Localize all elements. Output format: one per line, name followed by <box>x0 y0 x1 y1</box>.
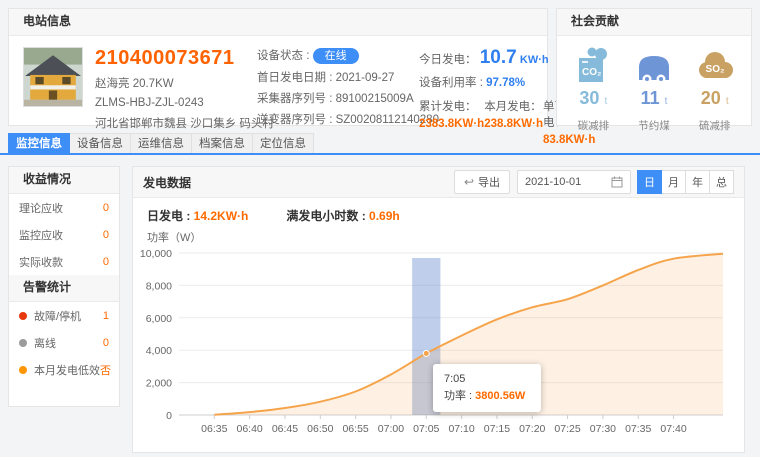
tooltip-time: 7:05 <box>444 371 530 388</box>
svg-text:8,000: 8,000 <box>146 280 172 292</box>
calendar-icon[interactable] <box>611 176 623 188</box>
daily-generation-stat: 日发电 : 14.2KW·h <box>147 207 248 224</box>
fault-dot-icon <box>19 312 27 320</box>
power-chart[interactable]: 0 2,000 4,000 6,000 8,000 10,000 06:35 06:40 06:… <box>133 239 746 454</box>
station-photo <box>23 47 83 107</box>
svg-text:CO₂: CO₂ <box>582 67 601 78</box>
range-year-button[interactable]: 年 <box>685 170 710 194</box>
export-arrow-icon: ↩ <box>464 176 474 188</box>
generation-data-panel: 发电数据 ↩ 导出 2021-10-01 日 月 <box>132 166 745 453</box>
svg-text:4,000: 4,000 <box>146 345 172 357</box>
svg-text:07:40: 07:40 <box>660 423 686 435</box>
svg-text:07:25: 07:25 <box>554 423 580 435</box>
generation-chart-svg[interactable]: 0 2,000 4,000 6,000 8,000 10,000 06:35 06:40 06:… <box>133 239 746 454</box>
sidebar-panel: 收益情况 理论应收 0 监控应收 0 实际收款 0 告警统计 故障/停机 1 离… <box>8 166 120 407</box>
svg-text:07:15: 07:15 <box>484 423 510 435</box>
tab-location-info[interactable]: 定位信息 <box>253 133 314 155</box>
svg-text:07:20: 07:20 <box>519 423 545 435</box>
alarm-section-title: 告警统计 <box>9 275 119 302</box>
low-efficiency-dot-icon <box>19 366 27 374</box>
station-address: 河北省邯郸市魏县 沙口集乡 码头村 <box>95 115 245 131</box>
svg-text:07:35: 07:35 <box>625 423 651 435</box>
station-code: ZLMS-HBJ-ZJL-0243 <box>95 97 245 109</box>
month-generation: 本月发电： 238.8KW·h <box>484 98 543 146</box>
alarm-row-low-efficiency: 本月发电低效 否 <box>9 356 119 383</box>
coal-saving-item: 11 t 节约煤 <box>624 44 685 133</box>
alarm-row-fault: 故障/停机 1 <box>9 302 119 329</box>
income-section-title: 收益情况 <box>9 167 119 194</box>
range-total-button[interactable]: 总 <box>709 170 734 194</box>
device-status-row: 设备状态 : 在线 <box>257 47 407 64</box>
income-row-actual: 实际收款 0 <box>9 248 119 275</box>
station-id: 210400073671 <box>95 47 245 69</box>
coal-value: 11 t <box>641 88 668 112</box>
date-value: 2021-10-01 <box>525 176 581 188</box>
offline-dot-icon <box>19 339 27 347</box>
co2-reduction-item: CO₂ 30 t 碳减排 <box>563 44 624 133</box>
svg-text:10,000: 10,000 <box>140 248 172 260</box>
income-row-theoretical: 理论应收 0 <box>9 194 119 221</box>
svg-text:06:40: 06:40 <box>237 423 263 435</box>
so2-cloud-icon: SO₂ <box>693 44 737 86</box>
svg-text:07:10: 07:10 <box>448 423 474 435</box>
range-month-button[interactable]: 月 <box>661 170 686 194</box>
total-generation: 累计发电： 2383.8KW·h <box>419 98 484 146</box>
tab-monitor-info[interactable]: 监控信息 <box>8 133 70 155</box>
station-owner: 赵海亮 20.7KW <box>95 75 245 91</box>
date-picker[interactable]: 2021-10-01 <box>517 170 631 194</box>
svg-text:07:30: 07:30 <box>590 423 616 435</box>
tab-archive-info[interactable]: 档案信息 <box>192 133 253 155</box>
chart-tooltip: 7:05 功率 : 3800.56W <box>433 364 541 412</box>
tab-device-info[interactable]: 设备信息 <box>70 133 131 155</box>
dashboard: 电站信息 210400073671 赵海亮 20.7KW ZLMS-HBJ-ZJ… <box>0 0 760 457</box>
svg-text:06:50: 06:50 <box>307 423 333 435</box>
svg-text:SO₂: SO₂ <box>705 64 724 75</box>
range-switcher: 日 月 年 总 <box>638 170 734 194</box>
today-generation-value: 10.7 <box>480 47 517 68</box>
inverter-sn-row: 逆变器序列号 : SZ00208112140280 <box>257 111 407 127</box>
svg-text:06:45: 06:45 <box>272 423 298 435</box>
collector-sn-row: 采集器序列号 : 89100215009A <box>257 90 407 106</box>
svg-text:06:55: 06:55 <box>342 423 368 435</box>
chart-panel-title: 发电数据 <box>143 174 191 191</box>
svg-text:2,000: 2,000 <box>146 378 172 390</box>
range-day-button[interactable]: 日 <box>637 170 662 194</box>
tooltip-value: 3800.56W <box>475 390 525 402</box>
so2-value: 20 t <box>701 88 729 112</box>
svg-text:0: 0 <box>166 410 172 422</box>
tabs-underline <box>0 153 760 155</box>
svg-text:6,000: 6,000 <box>146 313 172 325</box>
tab-maintenance-info[interactable]: 运维信息 <box>131 133 192 155</box>
svg-text:07:00: 07:00 <box>378 423 404 435</box>
svg-text:06:35: 06:35 <box>201 423 227 435</box>
utilization-value: 97.78% <box>486 77 525 89</box>
coal-truck-icon <box>632 44 676 86</box>
export-button[interactable]: ↩ 导出 <box>454 170 510 194</box>
main-tabs: 监控信息 设备信息 运维信息 档案信息 定位信息 <box>8 133 314 153</box>
co2-factory-icon: CO₂ <box>571 44 615 86</box>
income-row-monitored: 监控应收 0 <box>9 221 119 248</box>
so2-reduction-item: SO₂ 20 t 硫减排 <box>684 44 745 133</box>
station-info-panel: 电站信息 210400073671 赵海亮 20.7KW ZLMS-HBJ-ZJ… <box>8 8 548 126</box>
alarm-row-offline: 离线 0 <box>9 329 119 356</box>
first-gen-row: 首日发电日期 : 2021-09-27 <box>257 69 407 85</box>
station-panel-title: 电站信息 <box>9 9 547 36</box>
svg-text:07:05: 07:05 <box>413 423 439 435</box>
co2-value: 30 t <box>579 88 607 112</box>
full-generation-hours-stat: 满发电小时数 : 0.69h <box>286 207 399 224</box>
social-panel-title: 社会贡献 <box>557 9 751 36</box>
social-contribution-panel: 社会贡献 CO₂ 30 t 碳减排 <box>556 8 752 126</box>
status-badge: 在线 <box>313 48 359 64</box>
